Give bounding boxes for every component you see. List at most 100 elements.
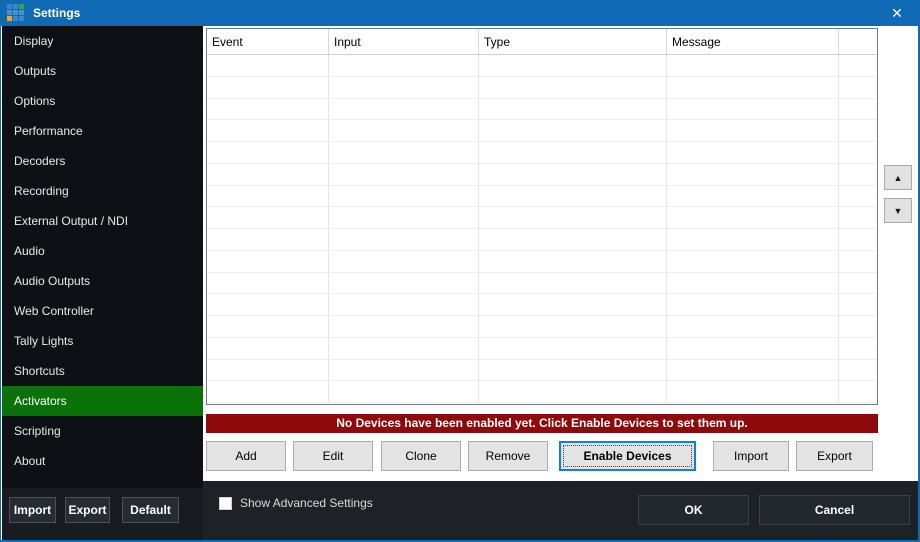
table-cell [479,142,667,163]
table-cell [667,251,839,272]
table-row [207,207,877,229]
scroll-up-button[interactable]: ▲ [884,165,912,190]
table-cell [667,142,839,163]
logo-square [19,4,24,9]
table-cell [839,207,877,228]
sidebar-item-tally-lights[interactable]: Tally Lights [2,326,203,356]
table-cell [667,77,839,98]
table-cell [329,360,479,381]
scroll-down-button[interactable]: ▼ [884,198,912,223]
table-cell [479,99,667,120]
table-cell [479,381,667,402]
table-cell [839,251,877,272]
export-button[interactable]: Export [796,441,873,471]
table-cell [479,316,667,337]
column-header-spacer[interactable] [839,29,877,54]
table-cell [479,338,667,359]
table-cell [479,360,667,381]
table-cell [207,360,329,381]
table-cell [667,360,839,381]
close-icon[interactable]: ✕ [880,0,914,26]
remove-button[interactable]: Remove [468,441,548,471]
column-header-input[interactable]: Input [329,29,479,54]
logo-square [13,16,18,21]
table-cell [839,273,877,294]
table-cell [329,229,479,250]
sidebar-item-display[interactable]: Display [2,26,203,56]
arrow-down-icon: ▼ [894,206,903,216]
table-cell [329,316,479,337]
table-cell [329,251,479,272]
table-cell [329,186,479,207]
table-cell [207,316,329,337]
table-row [207,55,877,77]
sidebar-item-decoders[interactable]: Decoders [2,146,203,176]
logo-square [13,4,18,9]
logo-square [13,10,18,15]
table-cell [839,381,877,402]
checkbox-label: Show Advanced Settings [240,496,373,510]
table-cell [479,294,667,315]
table-cell [207,338,329,359]
enable-devices-button[interactable]: Enable Devices [559,441,696,471]
table-row [207,316,877,338]
table-cell [207,55,329,76]
sidebar-item-scripting[interactable]: Scripting [2,416,203,446]
table-row [207,338,877,360]
sidebar-import-button[interactable]: Import [9,497,56,523]
sidebar-item-performance[interactable]: Performance [2,116,203,146]
table-cell [479,55,667,76]
table-cell [329,99,479,120]
clone-button[interactable]: Clone [381,441,461,471]
table-cell [329,381,479,402]
sidebar-item-outputs[interactable]: Outputs [2,56,203,86]
table-cell [839,316,877,337]
column-header-type[interactable]: Type [479,29,667,54]
import-button[interactable]: Import [713,441,789,471]
table-cell [839,77,877,98]
sidebar-default-button[interactable]: Default [122,497,179,523]
show-advanced-settings-checkbox[interactable]: Show Advanced Settings [219,496,373,510]
table-cell [329,164,479,185]
table-cell [839,120,877,141]
table-cell [329,207,479,228]
sidebar-item-shortcuts[interactable]: Shortcuts [2,356,203,386]
table-cell [667,294,839,315]
sidebar-item-web-controller[interactable]: Web Controller [2,296,203,326]
sidebar-item-audio[interactable]: Audio [2,236,203,266]
sidebar-item-recording[interactable]: Recording [2,176,203,206]
ok-button[interactable]: OK [638,495,749,525]
sidebar-item-external-output-ndi[interactable]: External Output / NDI [2,206,203,236]
add-button[interactable]: Add [206,441,286,471]
sidebar-export-button[interactable]: Export [65,497,110,523]
table-cell [329,338,479,359]
table-cell [479,207,667,228]
table-cell [667,273,839,294]
arrow-up-icon: ▲ [894,173,903,183]
activators-table[interactable]: EventInputTypeMessage [206,28,878,405]
column-header-message[interactable]: Message [667,29,839,54]
edit-button[interactable]: Edit [293,441,373,471]
table-cell [667,120,839,141]
sidebar-item-about[interactable]: About [2,446,203,476]
sidebar-item-audio-outputs[interactable]: Audio Outputs [2,266,203,296]
table-row [207,99,877,121]
table-cell [207,99,329,120]
table-header-row: EventInputTypeMessage [207,29,877,55]
table-cell [839,142,877,163]
settings-window: Settings ✕ DisplayOutputsOptionsPerforma… [0,0,920,542]
table-cell [839,338,877,359]
cancel-button[interactable]: Cancel [759,495,910,525]
sidebar-item-activators[interactable]: Activators [2,386,203,416]
table-cell [667,316,839,337]
column-header-event[interactable]: Event [207,29,329,54]
table-cell [479,273,667,294]
sidebar: DisplayOutputsOptionsPerformanceDecoders… [2,26,203,488]
main-panel: EventInputTypeMessage ▲ ▼ No Devices hav… [203,26,919,481]
table-cell [207,142,329,163]
table-cell [207,164,329,185]
title-bar: Settings ✕ [1,0,918,26]
app-logo-icon [7,4,25,23]
sidebar-item-options[interactable]: Options [2,86,203,116]
checkbox-icon [219,497,232,510]
